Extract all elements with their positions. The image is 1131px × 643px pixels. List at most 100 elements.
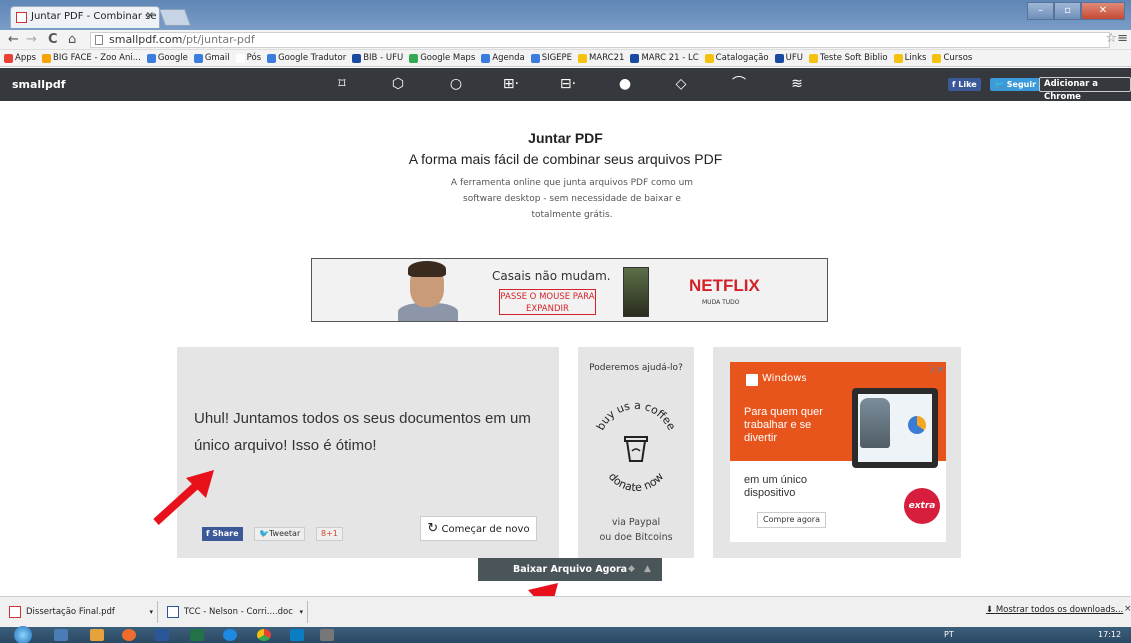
new-tool-icon[interactable]: ≋ [786, 74, 808, 94]
page-icon [95, 35, 103, 45]
ie-taskbar-icon[interactable] [223, 629, 237, 641]
download-file-button[interactable]: Baixar Arquivo Agora ◆ ▲ [478, 558, 662, 581]
netflix-ad-banner[interactable]: Casais não mudam. PASSE O MOUSE PARA EXP… [311, 258, 828, 322]
ad-expand-button[interactable]: PASSE O MOUSE PARA EXPANDIR [499, 289, 596, 315]
home-icon[interactable]: ⌂ [68, 32, 76, 47]
tweet-button[interactable]: 🐦Tweetar [254, 527, 306, 541]
esign-icon[interactable]: ⌒ [728, 74, 750, 94]
close-shelf-icon[interactable]: × [1124, 604, 1131, 614]
bookmark-label: MARC21 [589, 53, 625, 63]
pdf-to-icon[interactable]: ○ [445, 74, 467, 94]
start-button-icon[interactable] [14, 626, 32, 643]
buy-now-button[interactable]: Compre agora [757, 512, 826, 528]
dropbox-icon[interactable]: ◆ [628, 558, 635, 581]
excel-taskbar-icon[interactable] [190, 629, 204, 641]
restore-button[interactable]: ▫ [1054, 2, 1081, 20]
word-taskbar-icon[interactable] [155, 629, 169, 641]
new-tab-button[interactable] [158, 9, 192, 26]
tab-close-icon[interactable]: × [146, 10, 154, 21]
facebook-share-button[interactable]: f Share [202, 527, 243, 541]
bookmark-item[interactable]: Apps [4, 53, 36, 63]
success-message: Uhul! Juntamos todos os seus documentos … [194, 410, 531, 454]
forward-icon[interactable]: → [26, 32, 37, 47]
ad-poster-image [623, 267, 649, 317]
protect-icon[interactable]: ◇ [670, 74, 692, 94]
chrome-menu-icon[interactable]: ≡ [1117, 31, 1128, 46]
browser-tab[interactable]: Juntar PDF - Combinar se × [10, 6, 160, 28]
bookmark-item[interactable]: Agenda [481, 53, 525, 63]
bookmark-label: SIGEPE [541, 53, 573, 63]
facebook-like-button[interactable]: f Like [948, 78, 981, 91]
convert-icon[interactable]: ⬡ [387, 74, 409, 94]
bookmark-favicon-icon [267, 53, 277, 63]
download-item-pdf[interactable]: Dissertação Final.pdf ▾ [4, 601, 158, 623]
start-over-button[interactable]: ↻ Começar de novo [420, 516, 537, 541]
download-options-icon[interactable]: ▾ [299, 601, 303, 623]
download-item-name: Dissertação Final.pdf [26, 607, 115, 617]
ad-choices-icon[interactable]: ⓘ✕ [929, 364, 944, 375]
app-taskbar-icon[interactable] [320, 629, 334, 641]
unlock-icon[interactable]: ● [614, 74, 636, 94]
bookmark-item[interactable]: Catalogação [704, 53, 769, 63]
tablet-image [852, 388, 938, 468]
bookmark-item[interactable]: SIGEPE [530, 53, 573, 63]
google-drive-icon[interactable]: ▲ [644, 558, 651, 581]
bookmark-item[interactable]: BIB - UFU [352, 53, 403, 63]
bookmark-item[interactable]: Links [893, 53, 927, 63]
bookmark-item[interactable]: BIG FACE - Zoo Ani... [42, 53, 141, 63]
bookmark-label: Pós [246, 53, 262, 63]
split-icon[interactable]: ⊟· [557, 74, 579, 94]
media-taskbar-icon[interactable] [90, 629, 104, 641]
buy-coffee-badge[interactable]: buy us a coffee donate now [592, 387, 680, 505]
result-panel: Uhul! Juntamos todos os seus documentos … [177, 347, 559, 558]
bookmark-label: Links [904, 53, 927, 63]
coffee-bottom-text: donate now [606, 470, 666, 494]
bookmark-item[interactable]: MARC21 [578, 53, 624, 63]
explorer-taskbar-icon[interactable] [54, 629, 68, 641]
bookmark-item[interactable]: Pós [235, 53, 262, 63]
bookmark-item[interactable]: MARC 21 - LC [630, 53, 699, 63]
gplus-button[interactable]: 8+1 [316, 527, 343, 541]
bookmark-item[interactable]: Google [146, 53, 188, 63]
page-description: A ferramenta online que junta arquivos P… [450, 178, 694, 220]
firefox-taskbar-icon[interactable] [122, 629, 136, 641]
download-options-icon[interactable]: ▾ [149, 601, 153, 623]
bookmark-item[interactable]: Teste Soft Biblio [808, 53, 888, 63]
address-bar[interactable]: smallpdf.com/pt/juntar-pdf [90, 32, 1110, 48]
download-item-doc[interactable]: TCC - Nelson - Corri....doc ▾ [162, 601, 308, 623]
bookmark-star-icon[interactable]: ☆ [1105, 31, 1117, 46]
bookmark-item[interactable]: Google Tradutor [267, 53, 346, 63]
bookmark-label: UFU [785, 53, 803, 63]
bookmark-favicon-icon [704, 53, 714, 63]
bookmark-item[interactable]: UFU [774, 53, 803, 63]
close-window-button[interactable]: ✕ [1081, 2, 1125, 20]
back-icon[interactable]: ← [8, 32, 19, 47]
bookmark-favicon-icon [235, 53, 245, 63]
add-to-chrome-button[interactable]: Adicionar a Chrome [1039, 77, 1131, 102]
bookmark-label: Apps [15, 53, 37, 63]
reload-icon[interactable]: C [48, 32, 58, 47]
show-all-downloads-link[interactable]: ⬇ Mostrar todos os downloads... [986, 605, 1123, 615]
facebook-like-label: Like [958, 80, 977, 89]
windows-ad[interactable]: Windows Para quem quer trabalhar e se di… [730, 362, 946, 542]
compress-icon[interactable]: ⌑ [331, 74, 353, 94]
chrome-taskbar-icon[interactable] [257, 629, 271, 641]
bookmark-label: Cursos [943, 53, 973, 63]
bookmark-item[interactable]: Google Maps [409, 53, 475, 63]
bookmark-favicon-icon [352, 53, 362, 63]
bookmark-favicon-icon [578, 53, 588, 63]
netflix-logo: NETFLIX [689, 276, 760, 295]
tray-language[interactable]: PT [944, 630, 954, 639]
skype-taskbar-icon[interactable] [290, 629, 304, 641]
twitter-follow-button[interactable]: 🐦 Seguir [990, 78, 1041, 91]
show-all-label: Mostrar todos os downloads... [995, 605, 1124, 615]
bookmark-item[interactable]: Cursos [932, 53, 972, 63]
bookmark-item[interactable]: Gmail [193, 53, 230, 63]
bookmark-favicon-icon [530, 53, 540, 63]
word-file-icon [167, 606, 179, 618]
smallpdf-logo[interactable]: smallpdf [12, 78, 66, 91]
taskbar-clock[interactable]: 17:12 [1098, 630, 1121, 639]
merge-icon[interactable]: ⊞· [500, 74, 522, 94]
minimize-button[interactable]: – [1027, 2, 1054, 20]
extra-store-logo: extra [904, 488, 940, 524]
